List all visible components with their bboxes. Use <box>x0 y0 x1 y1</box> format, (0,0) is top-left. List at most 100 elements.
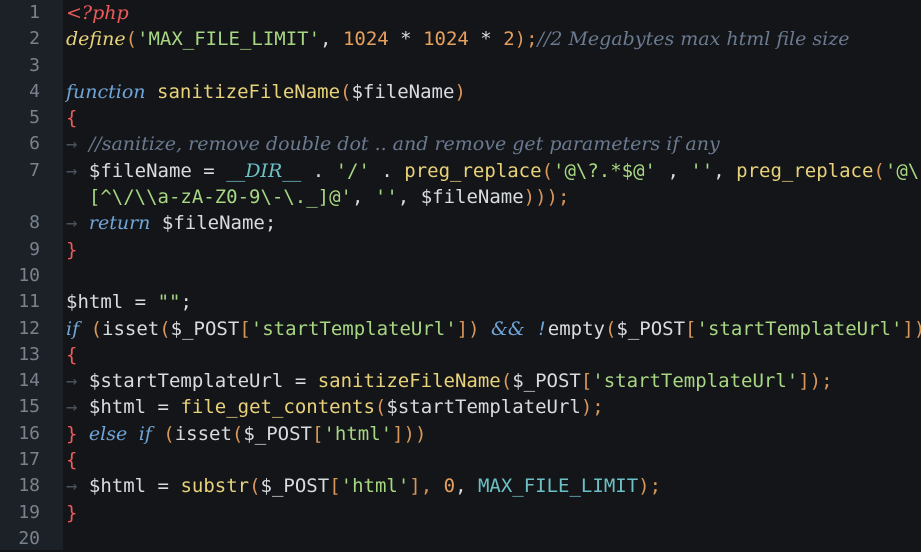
indent-guide-icon: → <box>66 159 89 182</box>
line-content[interactable]: → $html = substr($_POST['html'], 0, MAX_… <box>66 473 661 499</box>
string-literal: '@\?.*$@' <box>553 159 656 182</box>
operator: = <box>134 291 147 314</box>
function-call: empty <box>547 317 605 340</box>
indent-guide-icon: → <box>66 370 89 393</box>
code-line-5[interactable]: 5 { <box>0 105 921 131</box>
token: [ <box>685 317 697 340</box>
variable: $fileName <box>351 80 455 103</box>
line-content[interactable]: → return $fileName; <box>66 210 276 236</box>
token: ( <box>873 159 885 182</box>
token: ( <box>340 80 352 103</box>
code-line-20[interactable]: 20 <box>0 526 921 552</box>
code-line-18[interactable]: 18 → $html = substr($_POST['html'], 0, M… <box>0 473 921 499</box>
token: ); <box>638 475 662 498</box>
line-number: 8 <box>29 212 40 234</box>
variable: $html <box>88 396 147 419</box>
string-literal: '/' <box>335 159 370 182</box>
operator: = <box>294 370 307 393</box>
code-lines[interactable]: 1 <?php 2 define('MAX_FILE_LIMIT', 1024 … <box>0 0 921 552</box>
token: ( <box>231 422 244 445</box>
function-call: isset <box>174 422 232 445</box>
code-line-12[interactable]: 12 if (isset($_POST['startTemplateUrl'])… <box>0 316 921 342</box>
comment: //2 Megabytes max html file size <box>537 28 850 51</box>
line-content[interactable]: define('MAX_FILE_LIMIT', 1024 * 1024 * 2… <box>66 26 849 52</box>
line-content[interactable]: } else if (isset($_POST['html'])) <box>66 421 426 447</box>
token: ( <box>500 370 513 393</box>
line-number: 11 <box>18 291 40 313</box>
function-call: isset <box>102 317 160 340</box>
variable: $_POST <box>616 317 686 340</box>
operator: * <box>400 28 412 51</box>
line-content[interactable]: → //sanitize, remove double dot .. and r… <box>66 131 720 157</box>
line-content[interactable]: → $html = file_get_contents($startTempla… <box>66 394 604 420</box>
line-content[interactable]: → $fileName = __DIR__ . '/' . preg_repla… <box>66 158 921 184</box>
code-line-14[interactable]: 14 → $startTemplateUrl = sanitizeFileNam… <box>0 368 921 394</box>
token: ( <box>541 159 554 182</box>
line-content[interactable]: if (isset($_POST['startTemplateUrl']) &&… <box>66 316 921 342</box>
line-content[interactable]: { <box>66 342 77 368</box>
keyword: else <box>88 422 128 445</box>
code-line-11[interactable]: 11 $html = ""; <box>0 289 921 315</box>
string-literal: '' <box>690 159 714 182</box>
line-content[interactable]: { <box>66 447 77 473</box>
keyword: function <box>66 80 146 103</box>
code-line-2[interactable]: 2 define('MAX_FILE_LIMIT', 1024 * 1024 *… <box>0 26 921 52</box>
token: [ <box>329 475 341 498</box>
line-number: 16 <box>18 422 40 444</box>
token: ; <box>264 212 277 235</box>
code-line-7-wrap[interactable]: [^\/\\a-zA-Z0-9\-\._]@', '', $fileName))… <box>0 184 921 210</box>
token: ) <box>454 80 466 103</box>
line-content[interactable]: <?php <box>66 0 129 26</box>
operator: && <box>491 317 525 340</box>
token: , <box>320 28 332 51</box>
code-line-6[interactable]: 6 → //sanitize, remove double dot .. and… <box>0 131 921 157</box>
line-content[interactable]: { <box>66 105 77 131</box>
constant: MAX_FILE_LIMIT <box>477 475 639 498</box>
code-editor[interactable]: 1 <?php 2 define('MAX_FILE_LIMIT', 1024 … <box>0 0 921 550</box>
string-literal: [^\/\\a-zA-Z0-9\-\._]@' <box>88 186 352 209</box>
line-content[interactable]: [^\/\\a-zA-Z0-9\-\._]@', '', $fileName))… <box>66 184 570 210</box>
comment: //sanitize, remove double dot .. and rem… <box>88 133 720 156</box>
code-line-15[interactable]: 15 → $html = file_get_contents($startTem… <box>0 394 921 420</box>
string-literal: 'startTemplateUrl' <box>250 317 457 340</box>
code-line-19[interactable]: 19 } <box>0 500 921 526</box>
code-line-1[interactable]: 1 <?php <box>0 0 921 26</box>
function-call: substr <box>180 475 250 498</box>
token: ; <box>180 291 192 314</box>
token: ); <box>514 28 538 51</box>
string-literal: 'startTemplateUrl' <box>696 317 903 340</box>
line-content[interactable]: function sanitizeFileName($fileName) <box>66 79 466 105</box>
number: 1024 <box>423 28 469 51</box>
token: [ <box>580 370 593 393</box>
code-line-16[interactable]: 16 } else if (isset($_POST['html'])) <box>0 421 921 447</box>
variable: $html <box>88 475 147 498</box>
code-line-7[interactable]: 7 → $fileName = __DIR__ . '/' . preg_rep… <box>0 158 921 184</box>
line-number: 12 <box>18 317 40 339</box>
token: ( <box>374 396 387 419</box>
variable: $startTemplateUrl <box>386 396 581 419</box>
token: [ <box>312 422 324 445</box>
line-content[interactable]: → $startTemplateUrl = sanitizeFileName($… <box>66 368 833 394</box>
function-name: sanitizeFileName <box>157 80 341 103</box>
code-line-8[interactable]: 8 → return $fileName; <box>0 210 921 236</box>
brace: } <box>66 501 78 524</box>
indent-guide-icon: → <box>66 396 89 419</box>
indent-guide-icon: → <box>66 212 89 235</box>
line-content[interactable]: $html = ""; <box>66 289 192 315</box>
code-line-17[interactable]: 17 { <box>0 447 921 473</box>
token: , <box>455 475 467 498</box>
line-content[interactable]: } <box>66 500 77 526</box>
code-line-10[interactable]: 10 <box>0 263 921 289</box>
code-line-9[interactable]: 9 } <box>0 237 921 263</box>
variable: $_POST <box>243 422 312 445</box>
line-number: 1 <box>29 2 40 23</box>
brace: { <box>66 449 78 472</box>
line-number: 10 <box>18 264 40 286</box>
code-line-13[interactable]: 13 { <box>0 342 921 368</box>
string-literal: 'html' <box>323 422 393 445</box>
code-line-4[interactable]: 4 function sanitizeFileName($fileName) <box>0 79 921 105</box>
code-line-3[interactable]: 3 <box>0 53 921 79</box>
string-literal: '' <box>374 186 398 209</box>
line-number: 5 <box>29 107 40 129</box>
line-content[interactable]: } <box>66 237 77 263</box>
